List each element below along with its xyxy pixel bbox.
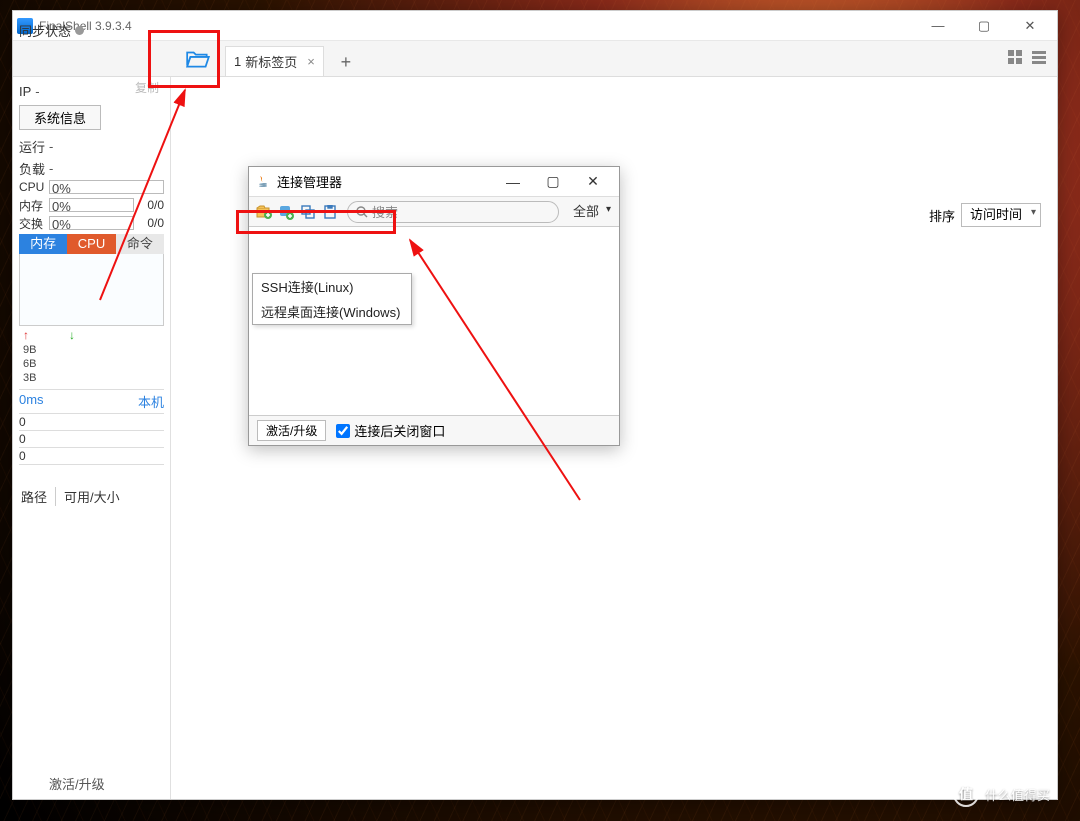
sidebar: 同步状态 IP - 复制 系统信息 运行- 负载- CPU 0% 内存 0% 0… xyxy=(13,77,171,799)
swap-label: 交换 xyxy=(19,215,49,232)
tab-label: 新标签页 xyxy=(245,52,297,71)
maximize-button[interactable]: ▢ xyxy=(961,11,1007,41)
titlebar: FinalShell 3.9.3.4 — ▢ ✕ xyxy=(13,11,1057,41)
system-info-button[interactable]: 系统信息 xyxy=(19,105,101,130)
cpu-label: CPU xyxy=(19,180,49,194)
swap-right: 0/0 xyxy=(134,216,164,230)
path-header: 路径 xyxy=(21,487,47,506)
list-view-icon[interactable] xyxy=(1029,47,1049,67)
connection-manager-button[interactable] xyxy=(173,43,223,75)
tab-cpu[interactable]: CPU xyxy=(67,234,115,254)
sort-value: 访问时间 xyxy=(970,207,1022,222)
connection-manager-dialog: 连接管理器 — ▢ ✕ 搜索 全部 xyxy=(248,166,620,446)
mem-value: 0% xyxy=(52,199,71,214)
minimize-button[interactable]: — xyxy=(915,11,961,41)
checkbox-icon[interactable] xyxy=(336,424,350,438)
dialog-close-button[interactable]: ✕ xyxy=(573,168,613,196)
sort-label: 排序 xyxy=(929,206,955,225)
dialog-footer: 激活/升级 连接后关闭窗口 xyxy=(249,415,619,445)
dialog-body: SSH连接(Linux) 远程桌面连接(Windows) xyxy=(249,227,619,415)
mem-label: 内存 xyxy=(19,197,49,214)
zero-row-2: 0 xyxy=(19,431,164,448)
copy-icon[interactable] xyxy=(299,203,317,221)
monitor-tabs: 内存 CPU 命令 xyxy=(19,234,164,254)
watermark-text: 什么值得买 xyxy=(985,785,1050,804)
dialog-maximize-button[interactable]: ▢ xyxy=(533,168,573,196)
tab-memory[interactable]: 内存 xyxy=(19,234,67,254)
window-title: FinalShell 3.9.3.4 xyxy=(39,19,915,33)
load-value: - xyxy=(49,161,53,176)
new-tab-button[interactable]: + xyxy=(332,48,360,76)
ip-label: IP xyxy=(19,84,31,99)
filter-value: 全部 xyxy=(573,204,599,219)
folder-open-icon xyxy=(185,48,211,70)
close-after-connect-checkbox[interactable]: 连接后关闭窗口 xyxy=(336,421,445,440)
host-label: 本机 xyxy=(138,392,164,411)
dialog-titlebar: 连接管理器 — ▢ ✕ xyxy=(249,167,619,197)
java-icon xyxy=(255,174,271,190)
load-label: 负载 xyxy=(19,159,45,178)
cpu-value: 0% xyxy=(52,181,71,196)
menu-item-rdp[interactable]: 远程桌面连接(Windows) xyxy=(253,299,411,324)
menu-item-ssh[interactable]: SSH连接(Linux) xyxy=(253,274,411,299)
mem-right: 0/0 xyxy=(134,198,164,212)
search-placeholder: 搜索 xyxy=(372,202,398,221)
y-3b: 3B xyxy=(23,372,36,384)
new-folder-icon[interactable] xyxy=(255,203,273,221)
mem-bar: 0% xyxy=(49,198,134,212)
size-header: 可用/大小 xyxy=(55,487,120,506)
dialog-minimize-button[interactable]: — xyxy=(493,168,533,196)
y-9b: 9B xyxy=(23,344,36,356)
run-label: 运行 xyxy=(19,137,45,156)
copy-button[interactable]: 复制 xyxy=(135,79,159,96)
dialog-activate-button[interactable]: 激活/升级 xyxy=(257,420,326,441)
latency-value: 0ms xyxy=(19,392,44,411)
swap-bar: 0% xyxy=(49,216,134,230)
upload-arrow-icon: ↑ xyxy=(23,328,29,342)
activate-link[interactable]: 激活/升级 xyxy=(49,774,105,793)
watermark: 值 什么值得买 xyxy=(953,781,1050,807)
dialog-title: 连接管理器 xyxy=(277,172,493,191)
sort-select[interactable]: 访问时间 xyxy=(961,203,1041,227)
sync-status-dot-icon xyxy=(75,26,84,35)
search-icon xyxy=(356,206,368,218)
traffic-sparkline: 9B 6B 3B xyxy=(19,344,164,390)
zero-row-3: 0 xyxy=(19,448,164,465)
paste-icon[interactable] xyxy=(321,203,339,221)
zero-row-1: 0 xyxy=(19,414,164,431)
tab-bar: 1 新标签页 × + xyxy=(13,41,1057,77)
swap-value: 0% xyxy=(52,217,71,232)
sync-status-label: 同步状态 xyxy=(19,21,71,40)
app-window: FinalShell 3.9.3.4 — ▢ ✕ 1 新标签页 × + xyxy=(12,10,1058,800)
run-value: - xyxy=(49,139,53,154)
grid-view-icon[interactable] xyxy=(1005,47,1025,67)
dialog-toolbar: 搜索 全部 xyxy=(249,197,619,227)
watermark-badge-icon: 值 xyxy=(953,781,979,807)
tab-new[interactable]: 1 新标签页 × xyxy=(225,46,324,76)
monitor-chart xyxy=(19,254,164,326)
close-button[interactable]: ✕ xyxy=(1007,11,1053,41)
ip-value: - xyxy=(35,84,39,99)
cpu-bar: 0% xyxy=(49,180,164,194)
search-input[interactable]: 搜索 xyxy=(347,201,559,223)
new-connection-menu: SSH连接(Linux) 远程桌面连接(Windows) xyxy=(252,273,412,325)
tab-index: 1 xyxy=(234,54,241,69)
tab-close-icon[interactable]: × xyxy=(307,54,315,69)
y-6b: 6B xyxy=(23,358,36,370)
checkbox-label: 连接后关闭窗口 xyxy=(354,421,445,440)
download-arrow-icon: ↓ xyxy=(69,328,75,342)
filter-select[interactable]: 全部 xyxy=(567,201,613,223)
new-connection-icon[interactable] xyxy=(277,203,295,221)
tab-command[interactable]: 命令 xyxy=(116,234,164,254)
